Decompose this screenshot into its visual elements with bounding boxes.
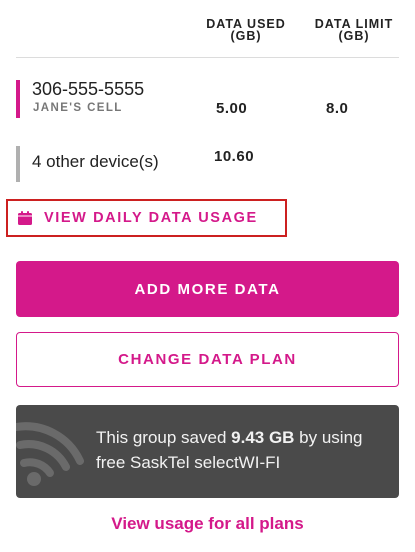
table-divider <box>16 57 399 58</box>
header-data-used: DATA USED (GB) <box>206 17 286 43</box>
device-color-bar <box>16 80 20 118</box>
add-more-data-button[interactable]: ADD MORE DATA <box>16 261 399 317</box>
header-data-limit: DATA LIMIT (GB) <box>314 17 394 43</box>
device-row-primary: 306-555-5555 JANE'S CELL 5.00 8.0 <box>16 78 399 120</box>
device-name: JANE'S CELL <box>33 102 123 114</box>
wifi-savings-message: This group saved 9.43 GB by using free S… <box>96 428 363 472</box>
wifi-savings-amount: 9.43 GB <box>231 428 295 447</box>
other-devices-data-used: 10.60 <box>214 148 255 165</box>
wifi-savings-card: This group saved 9.43 GB by using free S… <box>16 405 399 498</box>
change-data-plan-button[interactable]: CHANGE DATA PLAN <box>16 332 399 387</box>
other-devices-label: 4 other device(s) <box>32 152 159 171</box>
view-usage-all-plans-link[interactable]: View usage for all plans <box>0 514 415 534</box>
view-daily-data-usage-link[interactable]: VIEW DAILY DATA USAGE <box>6 199 287 237</box>
calendar-icon <box>18 211 32 225</box>
device-data-used: 5.00 <box>216 100 248 117</box>
device-color-bar <box>16 146 20 182</box>
view-daily-data-usage-label: VIEW DAILY DATA USAGE <box>44 210 258 226</box>
device-data-limit: 8.0 <box>326 100 349 117</box>
wifi-icon <box>16 422 84 486</box>
device-row-other: 4 other device(s) 10.60 <box>16 144 399 184</box>
device-phone-number: 306-555-5555 <box>32 79 145 99</box>
